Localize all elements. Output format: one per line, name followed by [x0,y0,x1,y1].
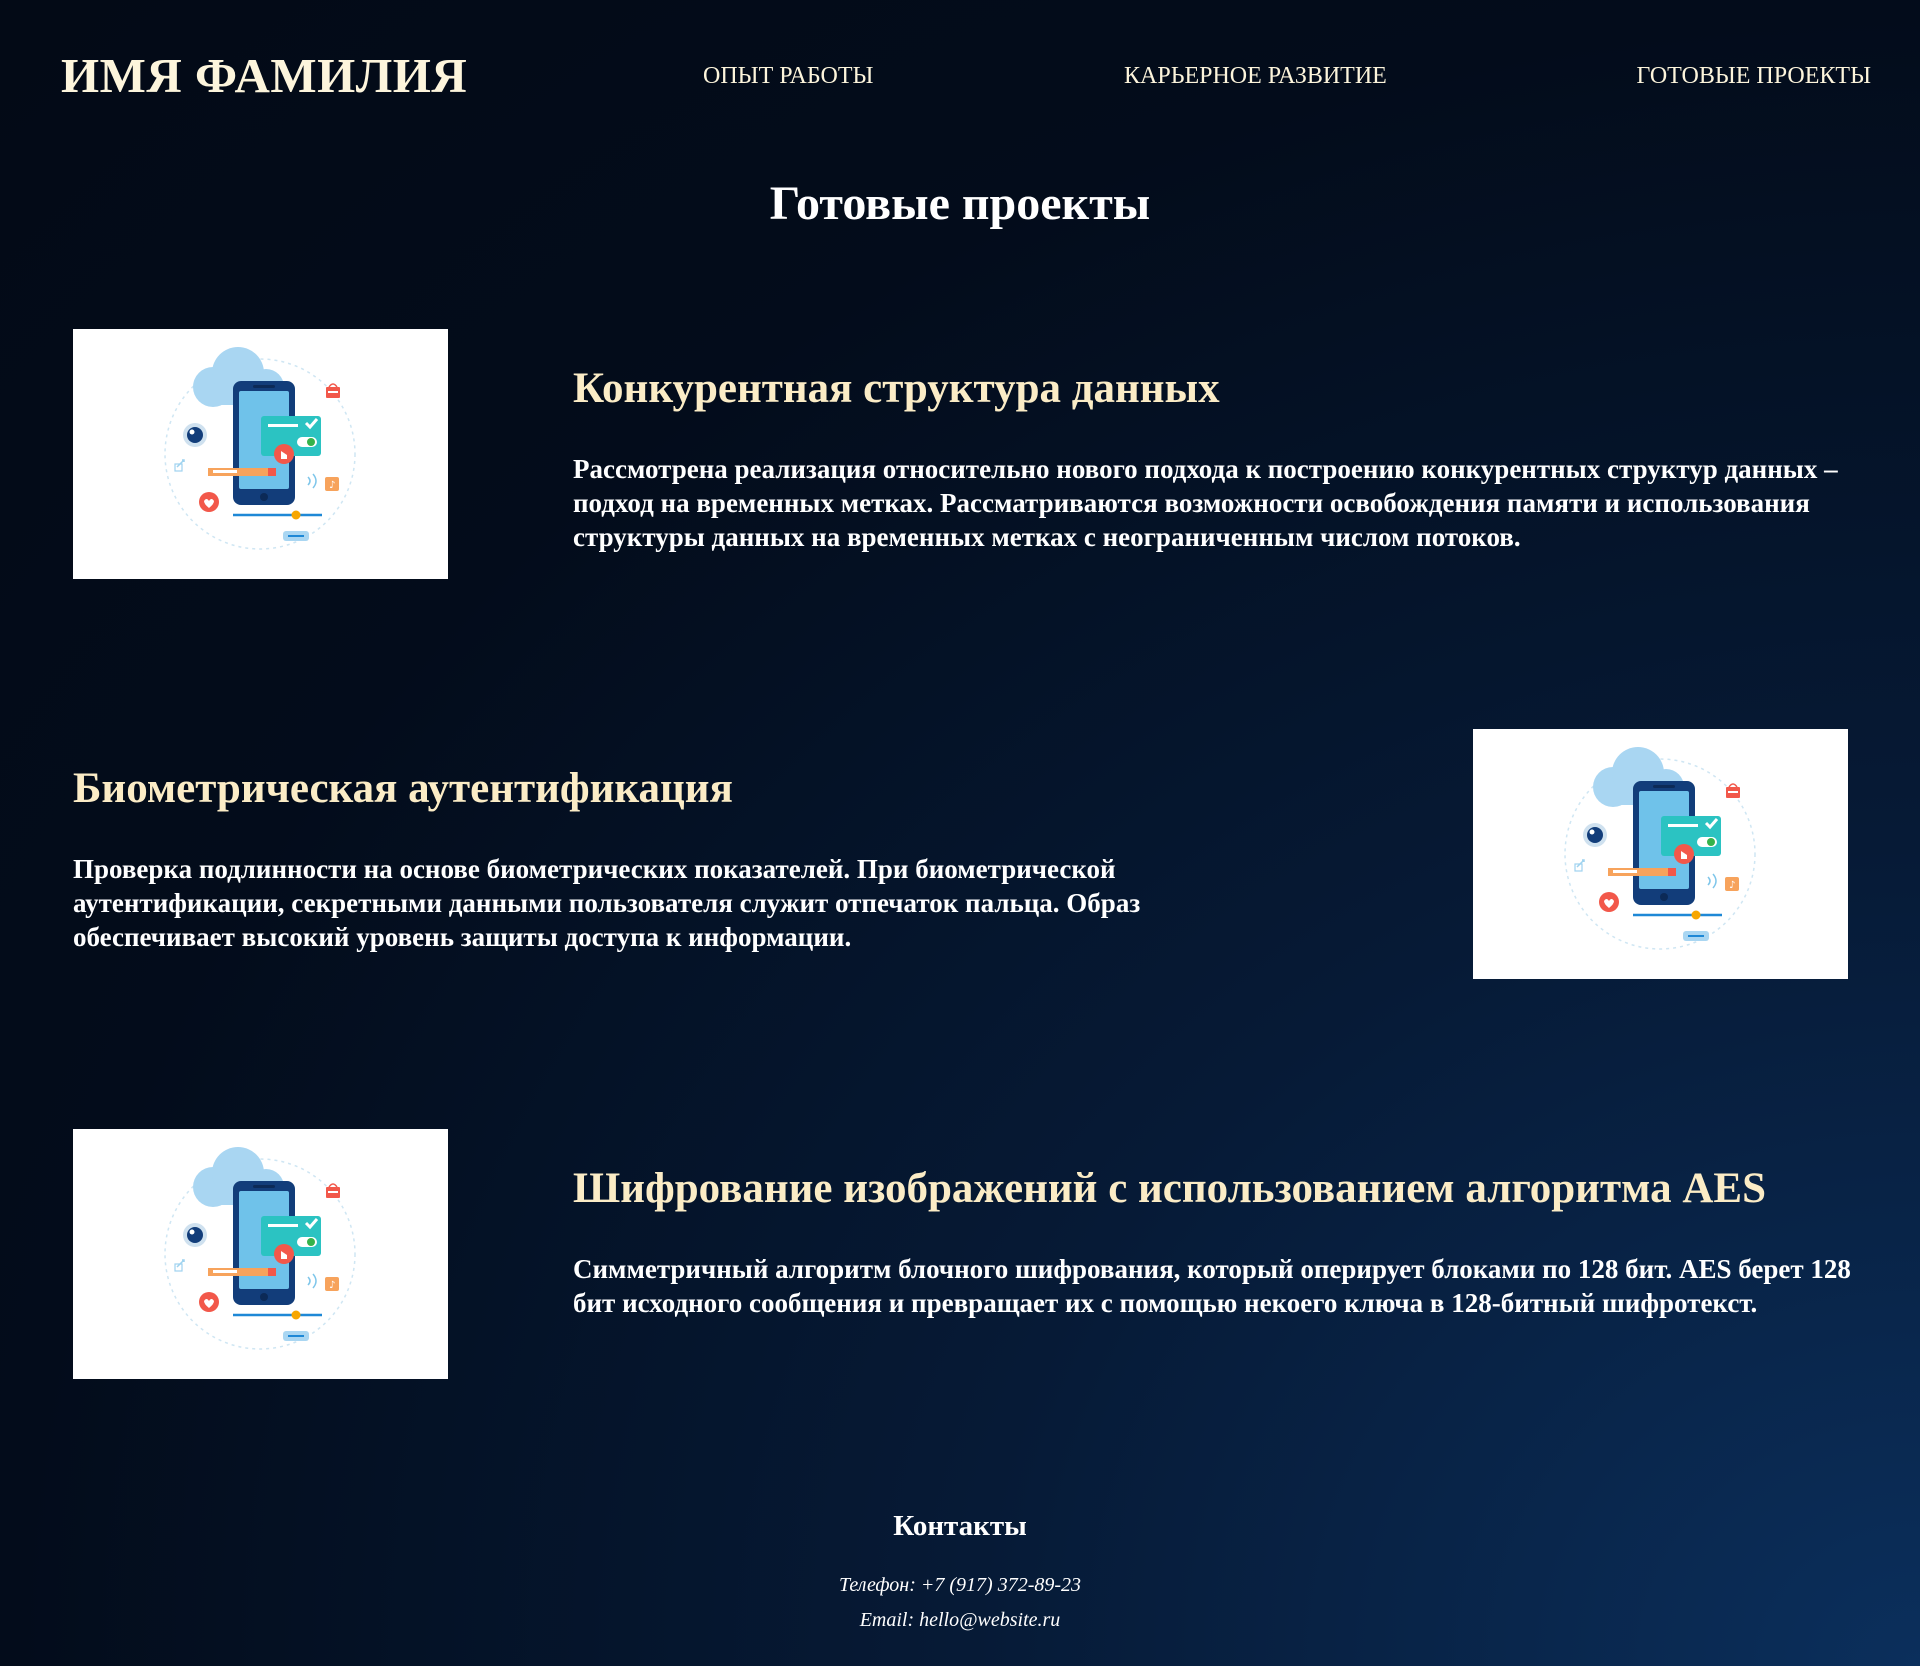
project-description: Симметричный алгоритм блочного шифровани… [573,1254,1851,1318]
nav-link-career[interactable]: КАРЬЕРНОЕ РАЗВИТИЕ [1124,62,1387,90]
project-description: Проверка подлинности на основе биометрич… [73,854,1141,952]
svg-text:♪: ♪ [329,1280,335,1291]
page-title: Готовые проекты [769,177,1151,230]
mobile-app-illustration-icon: ♪ [1473,729,1848,979]
site-header: ИМЯ ФАМИЛИЯ ОПЫТ РАБОТЫ КАРЬЕРНОЕ РАЗВИТ… [0,0,1920,150]
project-title: Биометрическая аутентификация [73,765,733,812]
nav-link-experience[interactable]: ОПЫТ РАБОТЫ [703,62,873,90]
contact-email[interactable]: Email: hello@website.ru [0,1608,1920,1632]
nav-link-projects[interactable]: ГОТОВЫЕ ПРОЕКТЫ [1637,62,1871,90]
svg-text:♪: ♪ [329,480,335,491]
svg-text:♪: ♪ [1729,880,1735,891]
project-description: Рассмотрена реализация относительно ново… [573,454,1838,552]
mobile-app-illustration-icon: ♪ [73,329,448,579]
project-title: Конкурентная структура данных [573,365,1220,412]
project-title: Шифрование изображений с использованием … [573,1165,1766,1212]
site-logo[interactable]: ИМЯ ФАМИЛИЯ [61,50,467,102]
contact-phone[interactable]: Телефон: +7 (917) 372-89-23 [0,1573,1920,1597]
contacts-heading: Контакты [893,1510,1027,1542]
mobile-app-illustration-icon: ♪ [73,1129,448,1379]
